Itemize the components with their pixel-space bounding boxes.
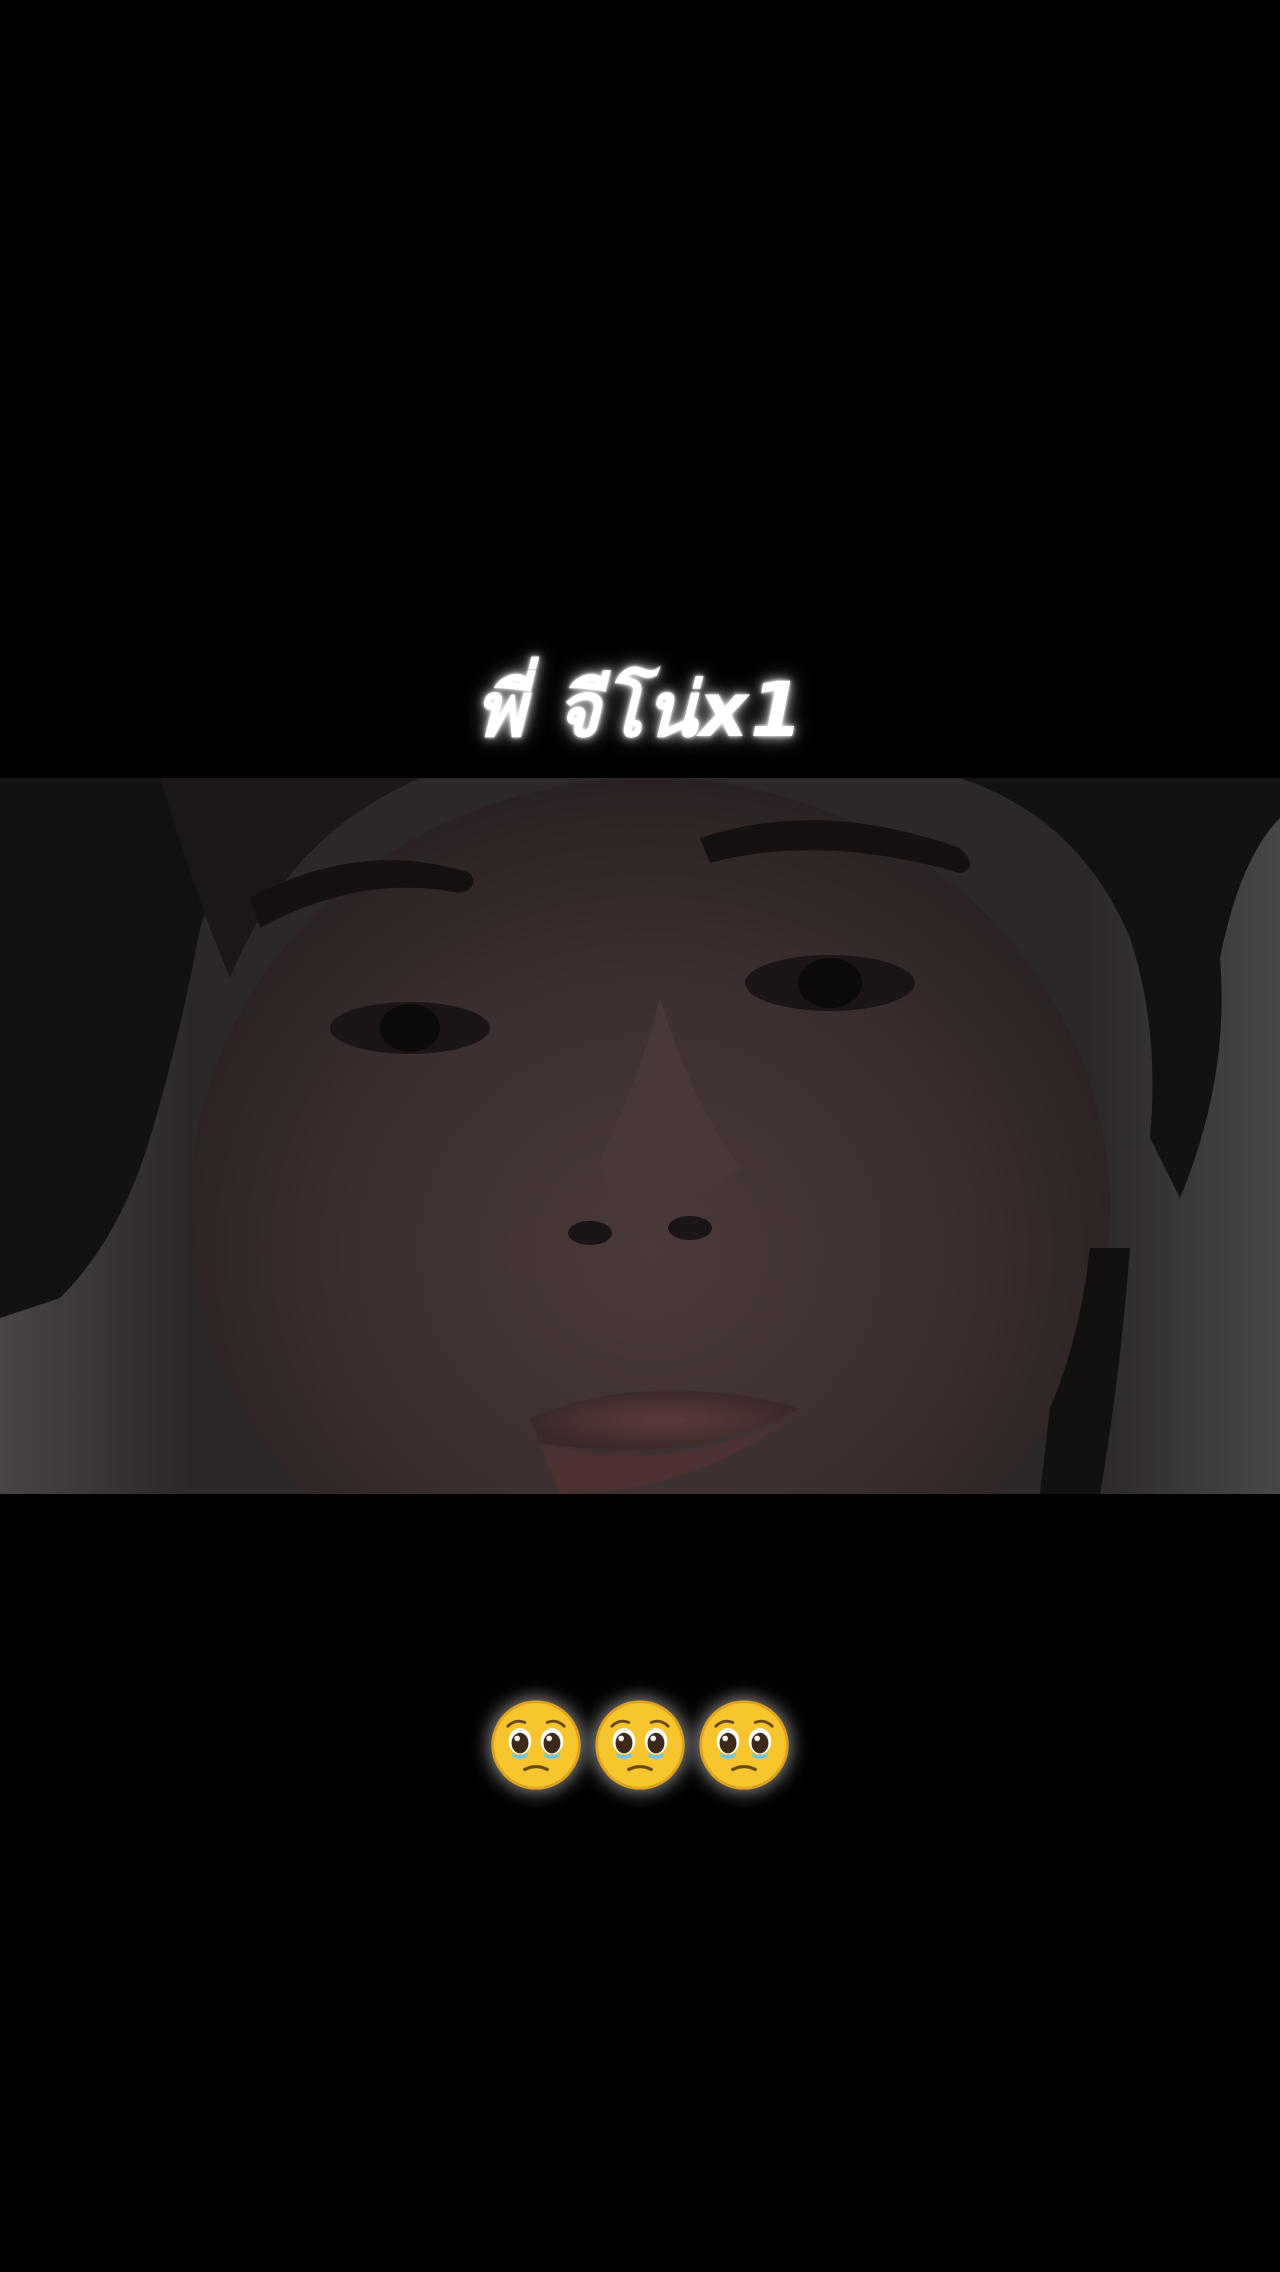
video-frame[interactable] xyxy=(0,778,1280,1494)
pleading-face-icon xyxy=(697,1698,791,1792)
caption-text: พี่ จีโน่x1 xyxy=(475,665,805,754)
face-closeup-photo xyxy=(0,778,1280,1494)
pleading-face-icon xyxy=(489,1698,583,1792)
emoji-row xyxy=(0,1690,1280,1800)
pleading-face-icon xyxy=(593,1698,687,1792)
